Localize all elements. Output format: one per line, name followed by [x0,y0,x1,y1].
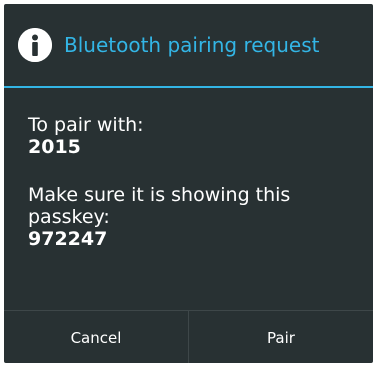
dialog-button-bar: Cancel Pair [4,310,373,363]
title-divider [4,86,373,88]
info-icon [18,28,52,62]
passkey-prompt-line2: passkey: [28,206,110,228]
dialog-title-bar: Bluetooth pairing request [4,4,373,86]
dialog-title: Bluetooth pairing request [64,33,320,57]
bluetooth-pairing-dialog: Bluetooth pairing request To pair with: … [4,4,373,363]
passkey-prompt-line1: Make sure it is showing this [28,184,291,206]
device-name: 2015 [28,136,81,158]
pair-button[interactable]: Pair [189,311,373,363]
dialog-content: To pair with: 2015 Make sure it is showi… [28,114,358,250]
cancel-button[interactable]: Cancel [4,311,188,363]
pair-with-label: To pair with: [28,114,144,136]
passkey-value: 972247 [28,228,108,250]
